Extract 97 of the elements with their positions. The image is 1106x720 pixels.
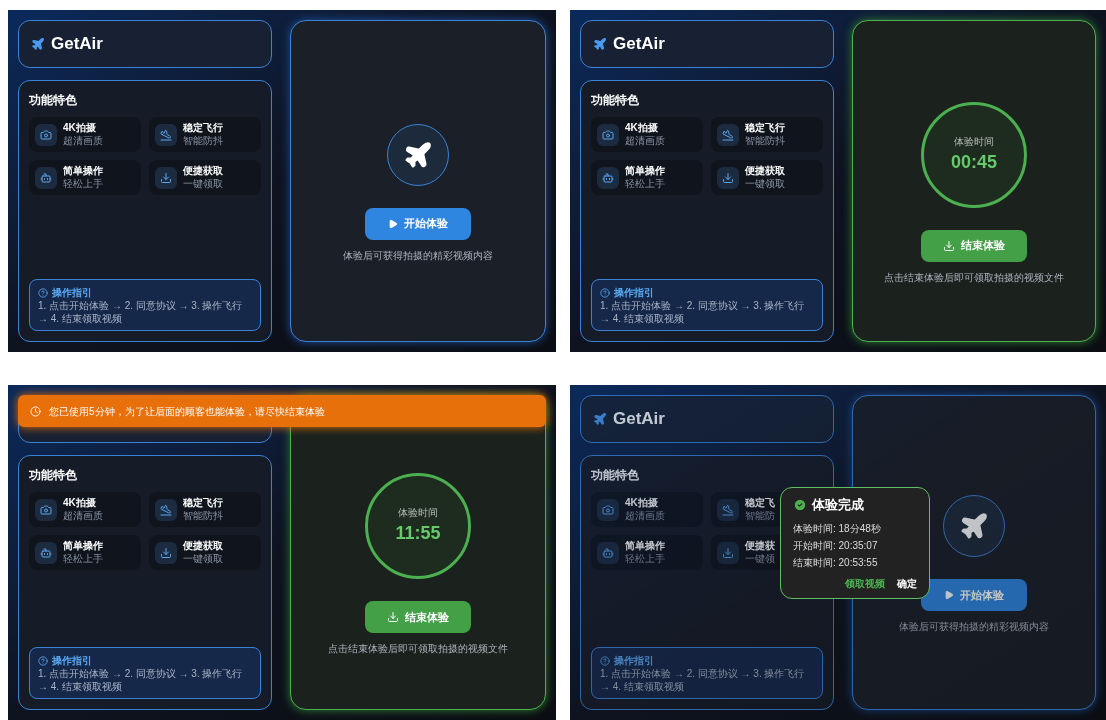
claim-video-button[interactable]: 领取视频 xyxy=(845,575,885,591)
robot-icon xyxy=(40,171,52,184)
camera-icon xyxy=(40,503,52,516)
help-icon xyxy=(38,287,48,298)
guide-steps: 1. 点击开始体验 → 2. 同意协议 → 3. 操作飞行 → 4. 结束领取视频 xyxy=(38,300,252,325)
caption: 点击结束体验后即可领取拍摄的视频文件 xyxy=(328,642,508,656)
feature-title: 4K拍摄 xyxy=(63,497,97,510)
feature-title: 便捷获 xyxy=(745,540,775,553)
robot-icon xyxy=(602,546,614,559)
feature-title: 4K拍摄 xyxy=(63,122,97,135)
airplane-icon xyxy=(593,412,607,426)
feature-subtitle: 智能防 xyxy=(745,509,775,522)
airplane-icon xyxy=(722,503,734,516)
download-icon xyxy=(160,546,172,559)
caption: 点击结束体验后即可领取拍摄的视频文件 xyxy=(884,270,1064,285)
feature-title: 稳定飞行 xyxy=(183,122,223,135)
feature-subtitle: 超清画质 xyxy=(625,134,665,147)
end-button[interactable]: 结束体验 xyxy=(365,601,471,633)
timer-value: 00:45 xyxy=(950,150,997,174)
caption: 体验后可获得拍摄的精彩视频内容 xyxy=(343,248,493,263)
caption: 体验后可获得拍摄的精彩视频内容 xyxy=(899,620,1049,634)
airplane-icon xyxy=(959,511,989,541)
camera-icon xyxy=(40,128,52,141)
robot-icon xyxy=(40,546,52,559)
section-title: 功能特色 xyxy=(591,92,640,109)
feature-subtitle: 轻松上手 xyxy=(63,177,103,190)
guide-steps: 1. 点击开始体验 → 2. 同意协议 → 3. 操作飞行 → 4. 结束领取视频 xyxy=(600,300,814,325)
feature-title: 简单操作 xyxy=(625,165,665,178)
airplane-icon xyxy=(160,503,172,516)
help-icon xyxy=(38,655,48,666)
feature-subtitle: 智能防抖 xyxy=(183,134,223,147)
confirm-button[interactable]: 确定 xyxy=(897,575,917,591)
feature-title: 简单操作 xyxy=(63,165,103,178)
section-title: 功能特色 xyxy=(591,467,640,484)
guide-title: 操作指引 xyxy=(614,654,654,668)
feature-subtitle: 超清画质 xyxy=(63,509,103,522)
end-button[interactable]: 结束体验 xyxy=(921,229,1027,262)
download-icon xyxy=(722,546,734,559)
app-title: GetAir xyxy=(51,33,103,56)
download-icon xyxy=(722,171,734,184)
camera-icon xyxy=(602,503,614,516)
timer-value: 11:55 xyxy=(395,522,441,545)
feature-title: 便捷获取 xyxy=(183,540,223,553)
feature-title: 简单操作 xyxy=(63,540,103,553)
clock-icon xyxy=(30,405,41,417)
feature-subtitle: 超清画质 xyxy=(625,509,665,522)
guide-title: 操作指引 xyxy=(52,654,92,668)
guide-title: 操作指引 xyxy=(52,286,92,300)
robot-icon xyxy=(602,171,614,184)
check-icon xyxy=(793,497,807,512)
play-icon xyxy=(388,218,398,229)
feature-title: 便捷获取 xyxy=(745,165,785,178)
timer-label: 体验时间 xyxy=(398,506,438,520)
feature-subtitle: 轻松上手 xyxy=(625,552,665,565)
dialog-line: 开始时间: 20:35:07 xyxy=(793,538,879,553)
app-title: GetAir xyxy=(613,33,665,56)
feature-title: 稳定飞行 xyxy=(745,122,785,135)
play-icon xyxy=(944,590,954,600)
guide-steps: 1. 点击开始体验 → 2. 同意协议 → 3. 操作飞行 → 4. 结束领取视频 xyxy=(600,668,814,693)
help-icon xyxy=(600,655,610,666)
start-button[interactable]: 开始体验 xyxy=(921,579,1027,611)
download-icon xyxy=(387,611,399,623)
feature-subtitle: 轻松上手 xyxy=(63,552,103,565)
airplane-icon xyxy=(722,128,734,141)
feature-subtitle: 一键领 xyxy=(745,552,775,565)
feature-subtitle: 智能防抖 xyxy=(745,134,785,147)
camera-icon xyxy=(602,128,614,141)
dialog-title: 体验完成 xyxy=(812,496,864,514)
feature-subtitle: 智能防抖 xyxy=(183,509,223,522)
feature-subtitle: 超清画质 xyxy=(63,134,103,147)
airplane-icon xyxy=(403,139,433,170)
feature-title: 稳定飞 xyxy=(745,497,775,510)
section-title: 功能特色 xyxy=(29,92,78,109)
section-title: 功能特色 xyxy=(29,467,78,484)
airplane-icon xyxy=(593,37,607,51)
feature-subtitle: 一键领取 xyxy=(183,552,223,565)
feature-subtitle: 一键领取 xyxy=(745,177,785,190)
help-icon xyxy=(600,287,610,298)
guide-title: 操作指引 xyxy=(614,286,654,300)
app-title: GetAir xyxy=(613,408,665,431)
feature-title: 4K拍摄 xyxy=(625,122,659,135)
dialog-line: 结束时间: 20:53:55 xyxy=(793,555,879,570)
download-icon xyxy=(943,239,955,252)
guide-steps: 1. 点击开始体验 → 2. 同意协议 → 3. 操作飞行 → 4. 结束领取视频 xyxy=(38,668,252,693)
feature-subtitle: 轻松上手 xyxy=(625,177,665,190)
airplane-icon xyxy=(31,37,45,51)
dialog-line: 体验时间: 18分48秒 xyxy=(793,521,882,536)
feature-subtitle: 一键领取 xyxy=(183,177,223,190)
feature-title: 简单操作 xyxy=(625,540,665,553)
timer-label: 体验时间 xyxy=(954,134,994,149)
start-button[interactable]: 开始体验 xyxy=(365,207,471,240)
feature-title: 稳定飞行 xyxy=(183,497,223,510)
feature-title: 4K拍摄 xyxy=(625,497,659,510)
airplane-icon xyxy=(160,128,172,141)
download-icon xyxy=(160,171,172,184)
warning-text: 您已使用5分钟，为了让后面的顾客也能体验，请尽快结束体验 xyxy=(49,404,325,419)
feature-title: 便捷获取 xyxy=(183,165,223,178)
